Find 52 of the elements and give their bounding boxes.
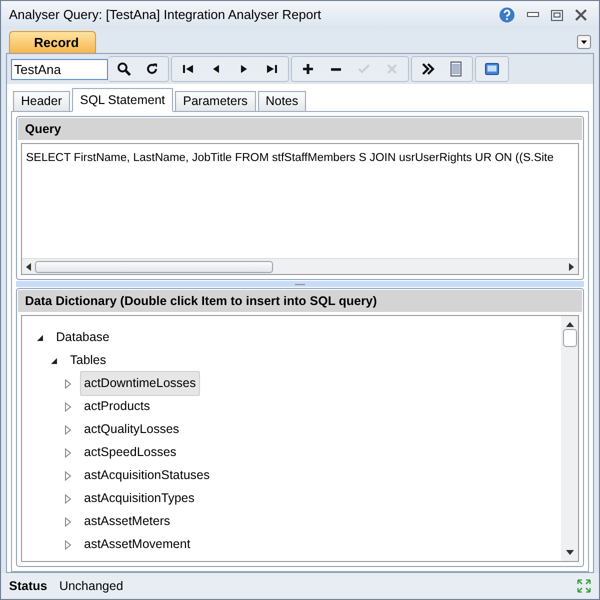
tree-item[interactable]: actDowntimeLosses	[80, 371, 200, 396]
tree-item[interactable]: actProducts	[80, 394, 154, 419]
scroll-left-icon[interactable]	[26, 262, 31, 270]
expanded-arrow-icon[interactable]	[36, 334, 44, 342]
collapsed-arrow-icon[interactable]	[64, 448, 72, 458]
search-icon	[116, 61, 132, 77]
scroll-up-icon[interactable]	[566, 322, 574, 327]
resize-icon[interactable]	[577, 579, 591, 593]
collapsed-arrow-icon[interactable]	[64, 540, 72, 550]
scrollbar-thumb[interactable]	[562, 329, 576, 347]
minus-icon	[331, 68, 341, 70]
double-chevron-icon	[420, 61, 436, 77]
minimize-icon[interactable]	[527, 12, 539, 18]
tree-item[interactable]: astAssetMovement	[80, 532, 194, 557]
tab[interactable]: Notes	[258, 91, 306, 112]
maximize-icon[interactable]	[551, 10, 563, 20]
ribbon-tab[interactable]: Record	[9, 31, 96, 53]
collapsed-arrow-icon[interactable]	[64, 378, 72, 388]
tree-item[interactable]: actSpeedLosses	[80, 440, 180, 465]
scrollbar-thumb[interactable]	[35, 260, 273, 272]
tab[interactable]: SQL Statement	[72, 88, 173, 112]
plus-icon	[300, 61, 316, 77]
panel-title: Query	[25, 120, 62, 138]
status-label: Status	[9, 578, 48, 595]
search-field[interactable]: TestAna	[11, 58, 108, 80]
scroll-down-icon[interactable]	[566, 550, 574, 555]
status-value: Unchanged	[59, 578, 124, 595]
help-icon[interactable]	[499, 7, 515, 23]
tree-item[interactable]: actQualityLosses	[80, 417, 184, 442]
close-icon[interactable]	[575, 9, 587, 21]
tree-item[interactable]: astAssetMeters	[80, 509, 174, 534]
panel-title: Data Dictionary (Double click Item to insert into SQL query)	[25, 292, 377, 310]
expanded-arrow-icon[interactable]	[50, 356, 58, 364]
tree-item[interactable]: astAcquisitionStatuses	[80, 463, 214, 488]
collapsed-arrow-icon[interactable]	[64, 494, 72, 504]
refresh-icon	[144, 61, 160, 77]
window-title: Analyser Query: [TestAna] Integration Analyser Report	[9, 6, 322, 24]
vertical-scrollbar[interactable]	[561, 316, 578, 561]
scroll-right-icon[interactable]	[569, 262, 574, 270]
list-icon	[448, 61, 464, 77]
collapsed-arrow-icon[interactable]	[64, 516, 72, 526]
tree-item[interactable]: astAcquisitionTypes	[80, 486, 198, 511]
collapsed-arrow-icon[interactable]	[64, 424, 72, 434]
collapsed-arrow-icon[interactable]	[64, 470, 72, 480]
screen-icon	[484, 61, 500, 77]
collapsed-arrow-icon[interactable]	[64, 402, 72, 412]
dropdown-icon[interactable]	[577, 35, 591, 49]
tree-item[interactable]: Tables	[66, 348, 110, 373]
tab[interactable]: Parameters	[175, 91, 256, 112]
tree-item[interactable]: Database	[52, 325, 114, 350]
tab[interactable]: Header	[13, 91, 70, 112]
horizontal-scrollbar[interactable]	[22, 258, 578, 274]
